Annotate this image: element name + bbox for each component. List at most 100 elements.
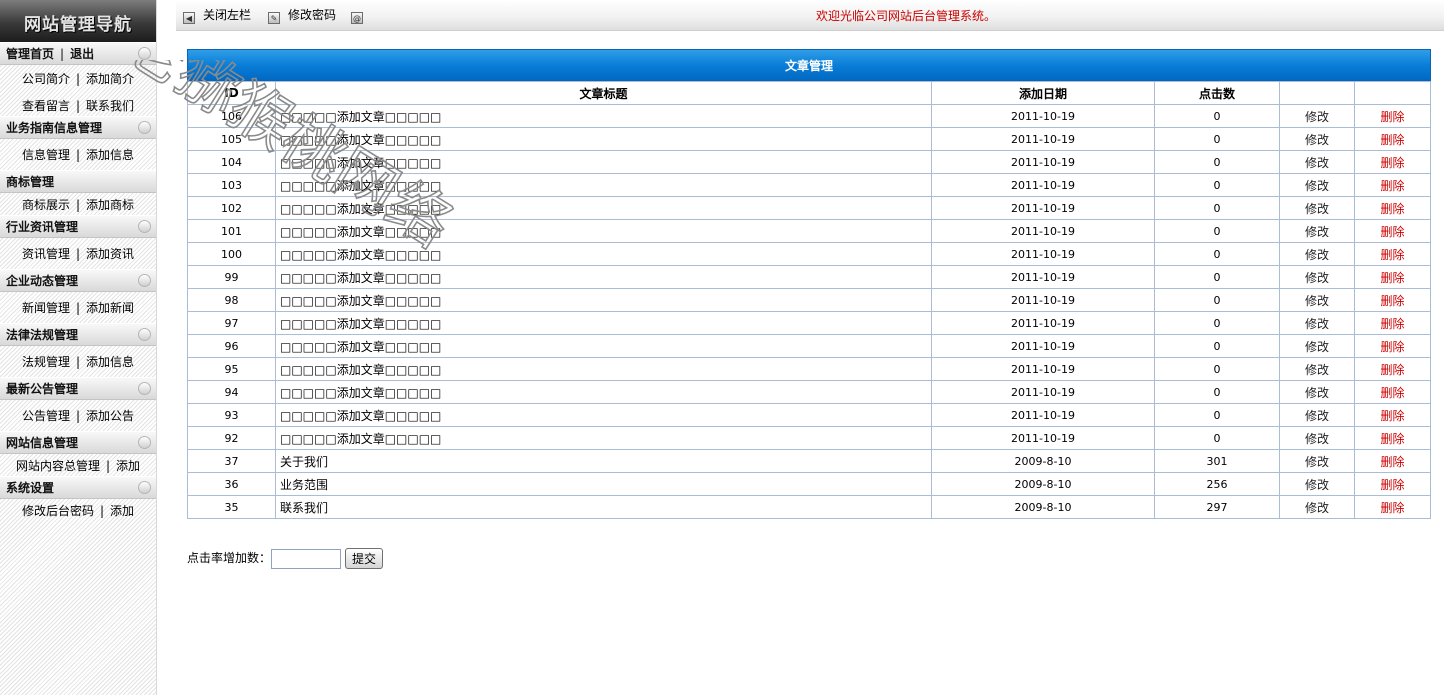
edit-link[interactable]: 修改 (1305, 386, 1329, 400)
view-messages-link[interactable]: 查看留言 (22, 99, 70, 113)
delete-link[interactable]: 删除 (1380, 133, 1404, 147)
collapse-toggle-icon[interactable] (138, 328, 151, 341)
collapse-toggle-icon[interactable] (138, 274, 151, 287)
delete-link[interactable]: 删除 (1380, 156, 1404, 170)
sidebar-header-industry[interactable]: 行业资讯管理 (0, 215, 156, 238)
cell-date: 2011-10-19 (931, 173, 1155, 197)
sidebar-header-trademark[interactable]: 商标管理 (0, 170, 156, 193)
cell-edit: 修改 (1279, 127, 1355, 151)
sidebar-header-law[interactable]: 法律法规管理 (0, 323, 156, 346)
edit-link[interactable]: 修改 (1305, 202, 1329, 216)
contact-us-link[interactable]: 联系我们 (86, 99, 134, 113)
edit-link[interactable]: 修改 (1305, 363, 1329, 377)
add-press-link[interactable]: 添加新闻 (86, 301, 134, 315)
delete-link[interactable]: 删除 (1380, 179, 1404, 193)
collapse-toggle-icon[interactable] (138, 47, 151, 60)
edit-link[interactable]: 修改 (1305, 432, 1329, 446)
add-notice-link[interactable]: 添加公告 (86, 409, 134, 423)
cell-title: □□□□□添加文章□□□□□ (275, 334, 932, 358)
add-news-link[interactable]: 添加资讯 (86, 247, 134, 261)
add-law-link[interactable]: 添加信息 (86, 355, 134, 369)
edit-link[interactable]: 修改 (1305, 501, 1329, 515)
change-password-button[interactable]: ✎ 修改密码 (268, 7, 336, 24)
collapse-toggle-icon[interactable] (138, 220, 151, 233)
delete-link[interactable]: 删除 (1380, 363, 1404, 377)
sidebar-header-notice[interactable]: 最新公告管理 (0, 377, 156, 400)
add-site-content-link[interactable]: 添加 (116, 459, 140, 473)
collapse-toggle-icon[interactable] (138, 436, 151, 449)
delete-link[interactable]: 删除 (1380, 225, 1404, 239)
delete-link[interactable]: 删除 (1380, 340, 1404, 354)
help-button[interactable]: @ (351, 7, 371, 24)
add-info-link[interactable]: 添加信息 (86, 148, 134, 162)
separator: | (99, 504, 105, 518)
cell-title: 联系我们 (275, 495, 932, 519)
column-header-title: 文章标题 (275, 81, 932, 105)
add-trademark-link[interactable]: 添加商标 (86, 198, 134, 212)
edit-link[interactable]: 修改 (1305, 110, 1329, 124)
delete-link[interactable]: 删除 (1380, 202, 1404, 216)
cell-id: 100 (187, 242, 276, 266)
delete-link[interactable]: 删除 (1380, 294, 1404, 308)
column-header-delete (1354, 81, 1431, 105)
sidebar-header-company-news[interactable]: 企业动态管理 (0, 269, 156, 292)
edit-link[interactable]: 修改 (1305, 409, 1329, 423)
home-link[interactable]: 管理首页 (6, 47, 54, 61)
delete-link[interactable]: 删除 (1380, 386, 1404, 400)
collapse-toggle-icon[interactable] (138, 121, 151, 134)
cell-title: □□□□□添加文章□□□□□ (275, 265, 932, 289)
edit-link[interactable]: 修改 (1305, 340, 1329, 354)
click-increase-input[interactable] (271, 548, 342, 569)
notice-manage-link[interactable]: 公告管理 (22, 409, 70, 423)
news-manage-link[interactable]: 资讯管理 (22, 247, 70, 261)
cell-clicks: 0 (1154, 219, 1280, 243)
collapse-toggle-icon[interactable] (138, 481, 151, 494)
click-increase-label: 点击率增加数： (187, 551, 272, 565)
trademark-show-link[interactable]: 商标展示 (22, 198, 70, 212)
edit-link[interactable]: 修改 (1305, 455, 1329, 469)
edit-link[interactable]: 修改 (1305, 271, 1329, 285)
table-caption: 文章管理 (187, 49, 1431, 81)
collapse-toggle-icon[interactable] (138, 382, 151, 395)
edit-link[interactable]: 修改 (1305, 294, 1329, 308)
delete-link[interactable]: 删除 (1380, 432, 1404, 446)
delete-link[interactable]: 删除 (1380, 271, 1404, 285)
edit-link[interactable]: 修改 (1305, 225, 1329, 239)
cell-delete: 删除 (1354, 104, 1431, 128)
add-intro-link[interactable]: 添加简介 (86, 72, 134, 86)
delete-link[interactable]: 删除 (1380, 501, 1404, 515)
press-manage-link[interactable]: 新闻管理 (22, 301, 70, 315)
sidebar-header-site-info[interactable]: 网站信息管理 (0, 431, 156, 454)
site-content-manage-link[interactable]: 网站内容总管理 (16, 459, 100, 473)
edit-link[interactable]: 修改 (1305, 317, 1329, 331)
table-row: 97 □□□□□添加文章□□□□□ 2011-10-19 0 修改 删除 (187, 311, 1431, 335)
delete-link[interactable]: 删除 (1380, 455, 1404, 469)
company-intro-link[interactable]: 公司简介 (22, 72, 70, 86)
info-manage-link[interactable]: 信息管理 (22, 148, 70, 162)
add-system-link[interactable]: 添加 (110, 504, 134, 518)
edit-link[interactable]: 修改 (1305, 248, 1329, 262)
close-sidebar-button[interactable]: ◀ 关闭左栏 (183, 7, 251, 24)
column-header-clicks: 点击数 (1154, 81, 1280, 105)
change-admin-password-link[interactable]: 修改后台密码 (22, 504, 94, 518)
delete-link[interactable]: 删除 (1380, 317, 1404, 331)
submit-button[interactable]: 提交 (345, 548, 384, 569)
sidebar-item-industry: 资讯管理 | 添加资讯 (0, 238, 156, 269)
delete-link[interactable]: 删除 (1380, 409, 1404, 423)
delete-link[interactable]: 删除 (1380, 110, 1404, 124)
delete-link[interactable]: 删除 (1380, 248, 1404, 262)
separator: | (75, 247, 81, 261)
sidebar-header-system[interactable]: 系统设置 (0, 476, 156, 499)
edit-link[interactable]: 修改 (1305, 156, 1329, 170)
cell-edit: 修改 (1279, 288, 1355, 312)
cell-edit: 修改 (1279, 311, 1355, 335)
delete-link[interactable]: 删除 (1380, 478, 1404, 492)
edit-link[interactable]: 修改 (1305, 133, 1329, 147)
sidebar-header-business[interactable]: 业务指南信息管理 (0, 116, 156, 139)
edit-link[interactable]: 修改 (1305, 179, 1329, 193)
logout-link[interactable]: 退出 (70, 47, 94, 61)
edit-link[interactable]: 修改 (1305, 478, 1329, 492)
law-manage-link[interactable]: 法规管理 (22, 355, 70, 369)
separator: | (105, 459, 111, 473)
cell-clicks: 0 (1154, 150, 1280, 174)
